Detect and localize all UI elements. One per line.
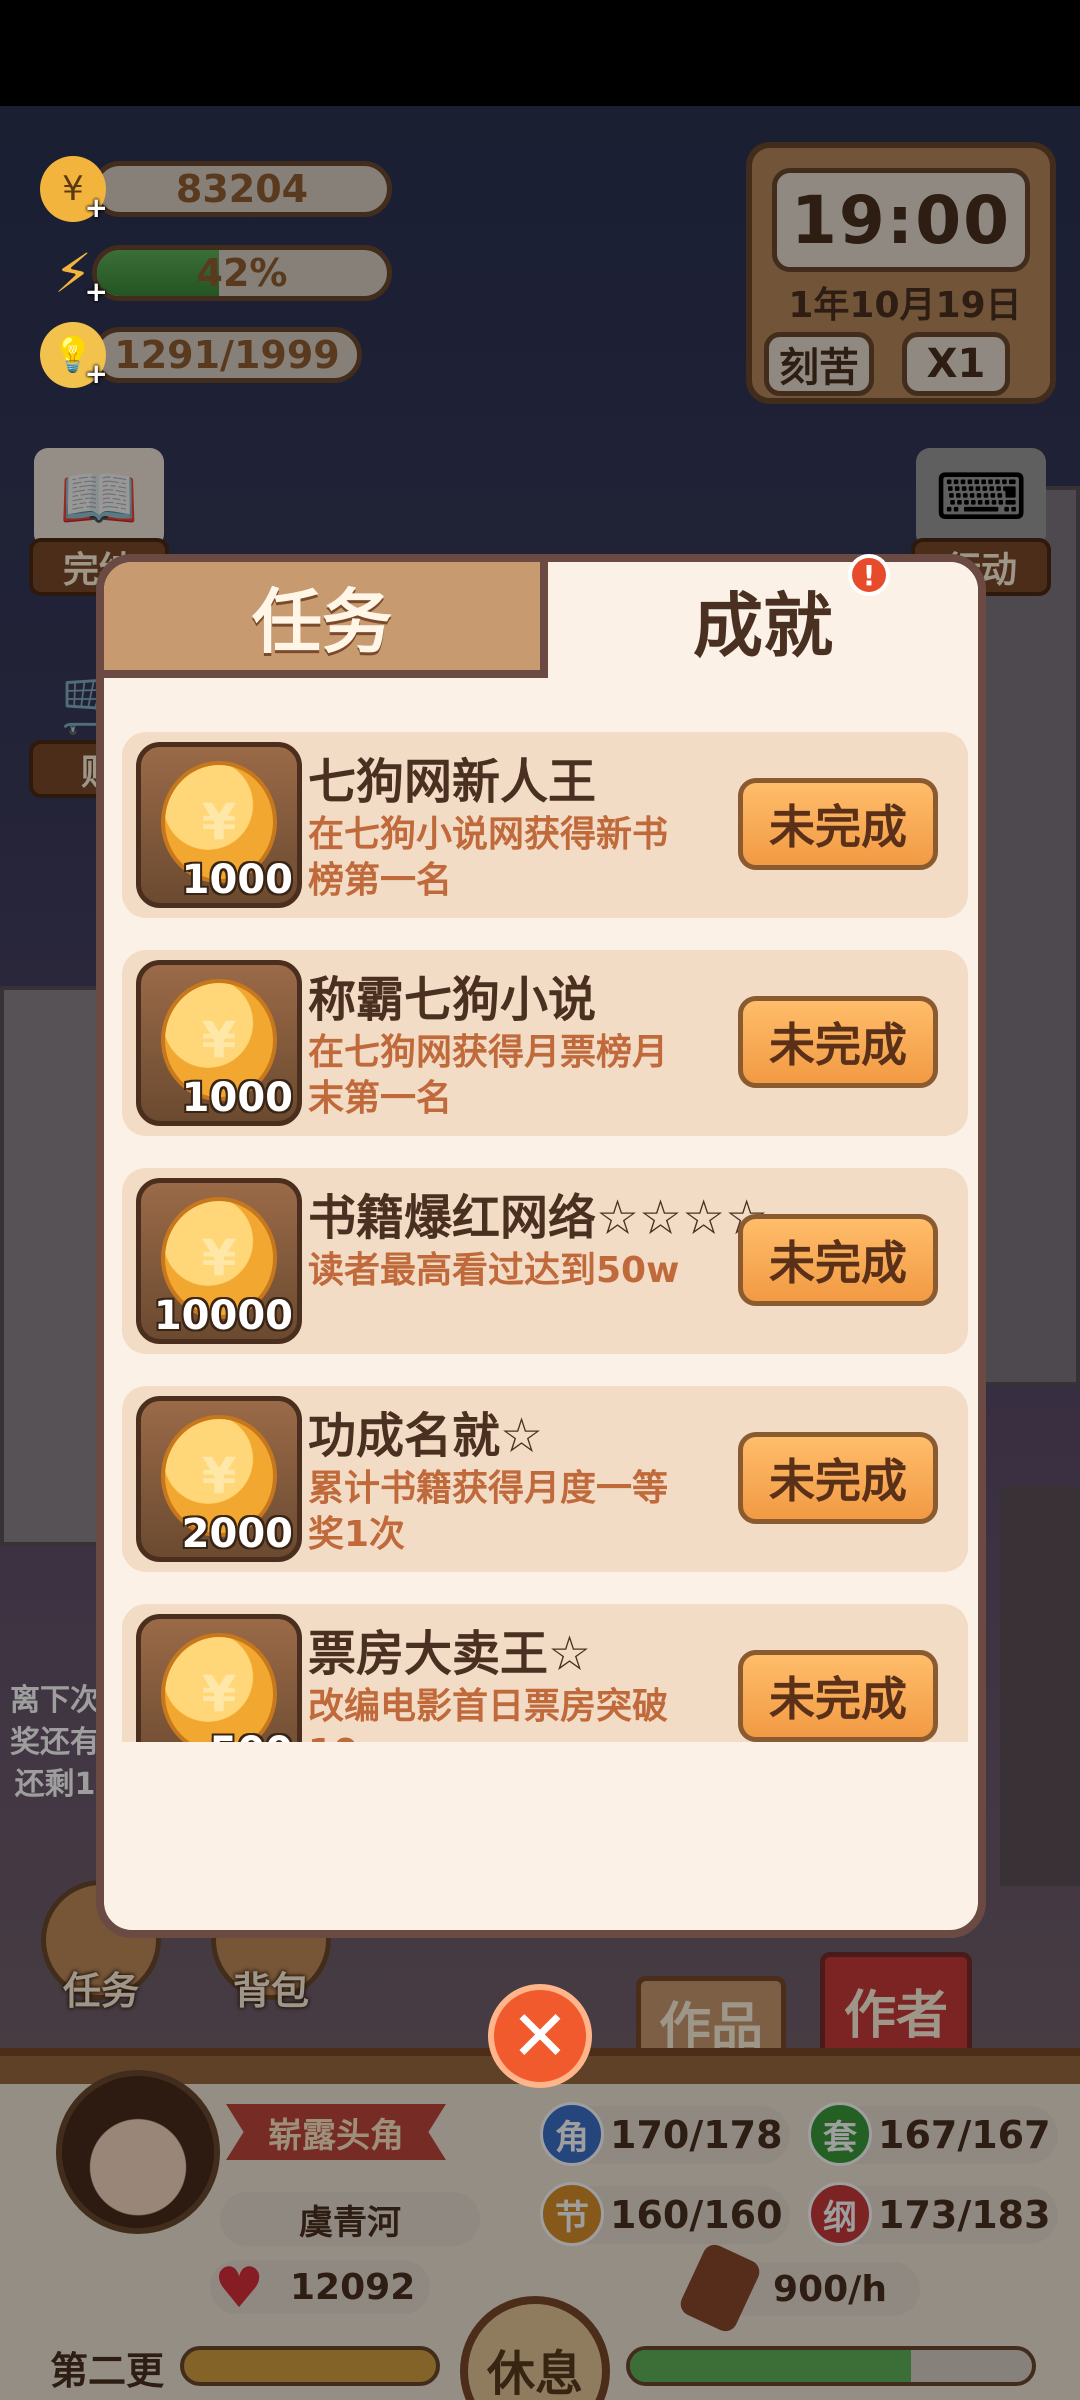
alert-icon: ! <box>848 554 890 596</box>
achievement-title: 七狗网新人王 <box>308 754 597 810</box>
achievement-description: 读者最高看过达到50w <box>308 1250 680 1291</box>
list-item: ¥500票房大卖王☆改编电影首日票房突破10w未完成 <box>122 1604 968 1742</box>
achievement-list[interactable]: ¥1000 七狗网新人王 在七狗小说网获得新书榜第一名 未完成 ¥1000 称霸七狗小说在… <box>122 732 968 1742</box>
status-button[interactable]: 未完成 <box>738 996 938 1088</box>
achievement-title: 书籍爆红网络☆☆☆☆ <box>308 1190 769 1246</box>
achievements-modal: 任务 成就 ¥1000 七狗网新人王 在七狗小说网获得新书榜第一名 未完成 ¥1000 称… <box>96 554 986 1938</box>
lightning-icon: ⚡ + <box>54 241 108 309</box>
tab-achievements[interactable]: 成就 <box>548 562 978 678</box>
modal-tabs: 任务 成就 <box>104 562 978 678</box>
status-button[interactable]: 未完成 <box>738 1650 938 1742</box>
achievement-title: 称霸七狗小说 <box>308 972 597 1028</box>
achievement-description: 在七狗小说网获得新书榜第一名 <box>308 814 669 901</box>
status-bar <box>0 0 1080 106</box>
lightbulb-icon: 💡 + <box>40 322 108 390</box>
reward-box: ¥1000 <box>136 742 302 908</box>
reward-amount: 10000 <box>153 1293 293 1339</box>
status-button[interactable]: 未完成 <box>738 778 938 870</box>
achievement-description: 累计书籍获得月度一等奖1次 <box>308 1468 669 1555</box>
reward-box: ¥10000 <box>136 1178 302 1344</box>
reward-amount: 500 <box>210 1729 294 1742</box>
list-item: ¥1000 七狗网新人王 在七狗小说网获得新书榜第一名 未完成 <box>122 732 968 918</box>
achievement-description: 改编电影首日票房突破10w <box>308 1686 669 1742</box>
coin-icon: ¥ <box>161 1633 277 1742</box>
reward-box: ¥2000 <box>136 1396 302 1562</box>
achievement-description: 在七狗网获得月票榜月末第一名 <box>308 1032 669 1119</box>
reward-amount: 1000 <box>181 1075 293 1121</box>
ideas-counter: 1291/1999 <box>92 327 362 383</box>
reward-amount: 1000 <box>181 857 293 903</box>
reward-box: ¥1000 <box>136 960 302 1126</box>
close-button[interactable]: ✕ <box>488 1984 592 2088</box>
reward-box: ¥500 <box>136 1614 302 1742</box>
achievement-title: 票房大卖王☆ <box>308 1626 592 1682</box>
status-button[interactable]: 未完成 <box>738 1214 938 1306</box>
coin-icon: ¥ + <box>40 156 108 224</box>
tab-tasks[interactable]: 任务 <box>104 562 548 678</box>
list-item: ¥10000 书籍爆红网络☆☆☆☆ 读者最高看过达到50w 未完成 <box>122 1168 968 1354</box>
status-button[interactable]: 未完成 <box>738 1432 938 1524</box>
list-item: ¥2000 功成名就☆ 累计书籍获得月度一等奖1次 未完成 <box>122 1386 968 1572</box>
reward-amount: 2000 <box>181 1511 293 1557</box>
achievement-title: 功成名就☆ <box>308 1408 544 1464</box>
list-item: ¥1000 称霸七狗小说 在七狗网获得月票榜月末第一名 未完成 <box>122 950 968 1136</box>
